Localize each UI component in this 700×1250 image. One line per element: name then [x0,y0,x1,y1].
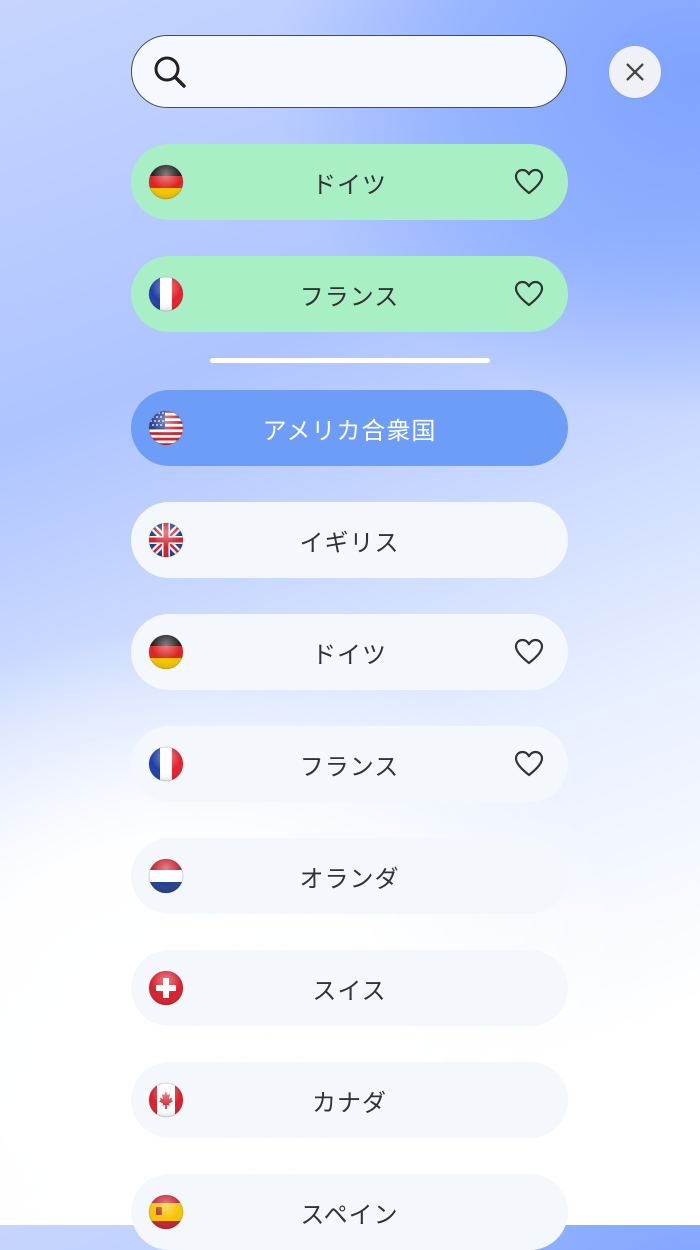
heart-icon[interactable] [514,749,544,779]
search-bar[interactable] [131,35,567,108]
favorite-item-germany[interactable]: ドイツ [131,144,568,220]
close-icon [624,61,646,83]
heart-icon[interactable] [514,279,544,309]
country-name: ドイツ [312,170,387,199]
search-icon [152,54,188,90]
country-name: フランス [299,282,400,311]
country-item-netherlands[interactable]: オランダ [131,838,568,914]
search-input[interactable] [188,35,566,108]
country-name: イギリス [299,528,400,557]
favorite-item-france[interactable]: フランス [131,256,568,332]
country-name: オランダ [299,864,400,893]
country-item-france[interactable]: フランス [131,726,568,802]
country-item-germany[interactable]: ドイツ [131,614,568,690]
country-item-usa[interactable]: アメリカ合衆国 [131,390,568,466]
close-button[interactable] [609,46,661,98]
country-name: フランス [299,752,400,781]
country-name: カナダ [312,1088,387,1117]
country-item-canada[interactable]: カナダ [131,1062,568,1138]
country-item-spain[interactable]: スペイン [131,1174,568,1250]
country-name: スイス [312,976,387,1005]
heart-icon[interactable] [514,637,544,667]
country-item-switzerland[interactable]: スイス [131,950,568,1026]
country-name: ドイツ [312,640,387,669]
heart-icon[interactable] [514,167,544,197]
section-divider [210,358,490,363]
country-name: アメリカ合衆国 [262,416,437,445]
country-item-uk[interactable]: イギリス [131,502,568,578]
country-name: スペイン [300,1200,399,1229]
